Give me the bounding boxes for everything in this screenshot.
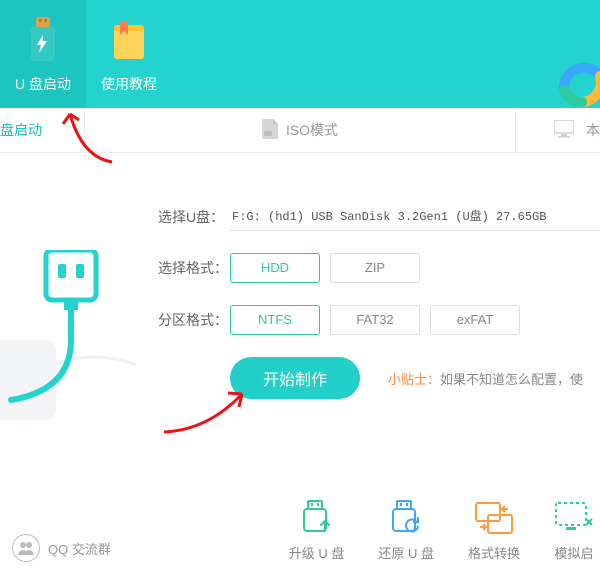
action-format-convert[interactable]: 格式转换	[468, 497, 520, 562]
usb-illustration-icon	[0, 250, 136, 463]
bottom-bar: QQ 交流群 升级 U 盘	[0, 497, 600, 562]
action-upgrade-usb[interactable]: 升级 U 盘	[289, 497, 345, 562]
convert-icon	[474, 497, 514, 535]
tip-text: 小贴士：如果不知道怎么配置，使	[388, 369, 583, 388]
people-icon	[12, 534, 40, 562]
row-select-disk: 选择U盘： F:G: (hd1) USB SanDisk 3.2Gen1 (U盘…	[0, 203, 600, 231]
mode-tab-iso[interactable]: ISO模式	[85, 108, 516, 152]
tab-label: 使用教程	[101, 74, 157, 94]
fs-option-exfat[interactable]: exFAT	[430, 305, 520, 335]
mode-bar: 盘启动 ISO模式 本	[0, 108, 600, 153]
fs-option-fat32[interactable]: FAT32	[330, 305, 420, 335]
tip-highlight: 小贴士：	[388, 372, 440, 387]
action-simulate-boot[interactable]: 模拟启	[554, 497, 594, 562]
iso-file-icon	[262, 119, 286, 142]
disk-label: 选择U盘：	[158, 207, 230, 227]
action-label: 还原 U 盘	[378, 543, 434, 562]
restore-usb-icon	[388, 497, 424, 535]
app-logo-icon	[554, 52, 600, 108]
book-icon	[110, 21, 148, 66]
qq-label: QQ 交流群	[48, 539, 111, 558]
usb-drive-icon	[23, 17, 63, 66]
simulate-icon	[554, 497, 594, 535]
fs-label: 分区格式：	[158, 310, 230, 330]
tab-label: U 盘启动	[15, 74, 71, 94]
qq-group-link[interactable]: QQ 交流群	[12, 534, 192, 562]
start-button[interactable]: 开始制作	[230, 357, 360, 399]
topbar: U 盘启动 使用教程	[0, 0, 600, 108]
action-label: 模拟启	[554, 543, 593, 562]
monitor-icon	[554, 120, 580, 141]
mode-option-zip[interactable]: ZIP	[330, 253, 420, 283]
upgrade-usb-icon	[299, 497, 335, 535]
tab-usb-boot[interactable]: U 盘启动	[0, 0, 86, 108]
mode-option-hdd[interactable]: HDD	[230, 253, 320, 283]
mode-label: 选择格式：	[158, 258, 230, 278]
fs-option-ntfs[interactable]: NTFS	[230, 305, 320, 335]
action-restore-usb[interactable]: 还原 U 盘	[378, 497, 434, 562]
mode-tab-local[interactable]: 本	[516, 108, 600, 152]
tab-tutorial[interactable]: 使用教程	[86, 0, 172, 108]
actions: 升级 U 盘 还原 U 盘	[289, 497, 600, 562]
action-label: 升级 U 盘	[289, 543, 345, 562]
mode-tab-diskboot[interactable]: 盘启动	[0, 108, 85, 152]
disk-dropdown[interactable]: F:G: (hd1) USB SanDisk 3.2Gen1 (U盘) 27.6…	[230, 203, 600, 231]
action-label: 格式转换	[468, 543, 520, 562]
